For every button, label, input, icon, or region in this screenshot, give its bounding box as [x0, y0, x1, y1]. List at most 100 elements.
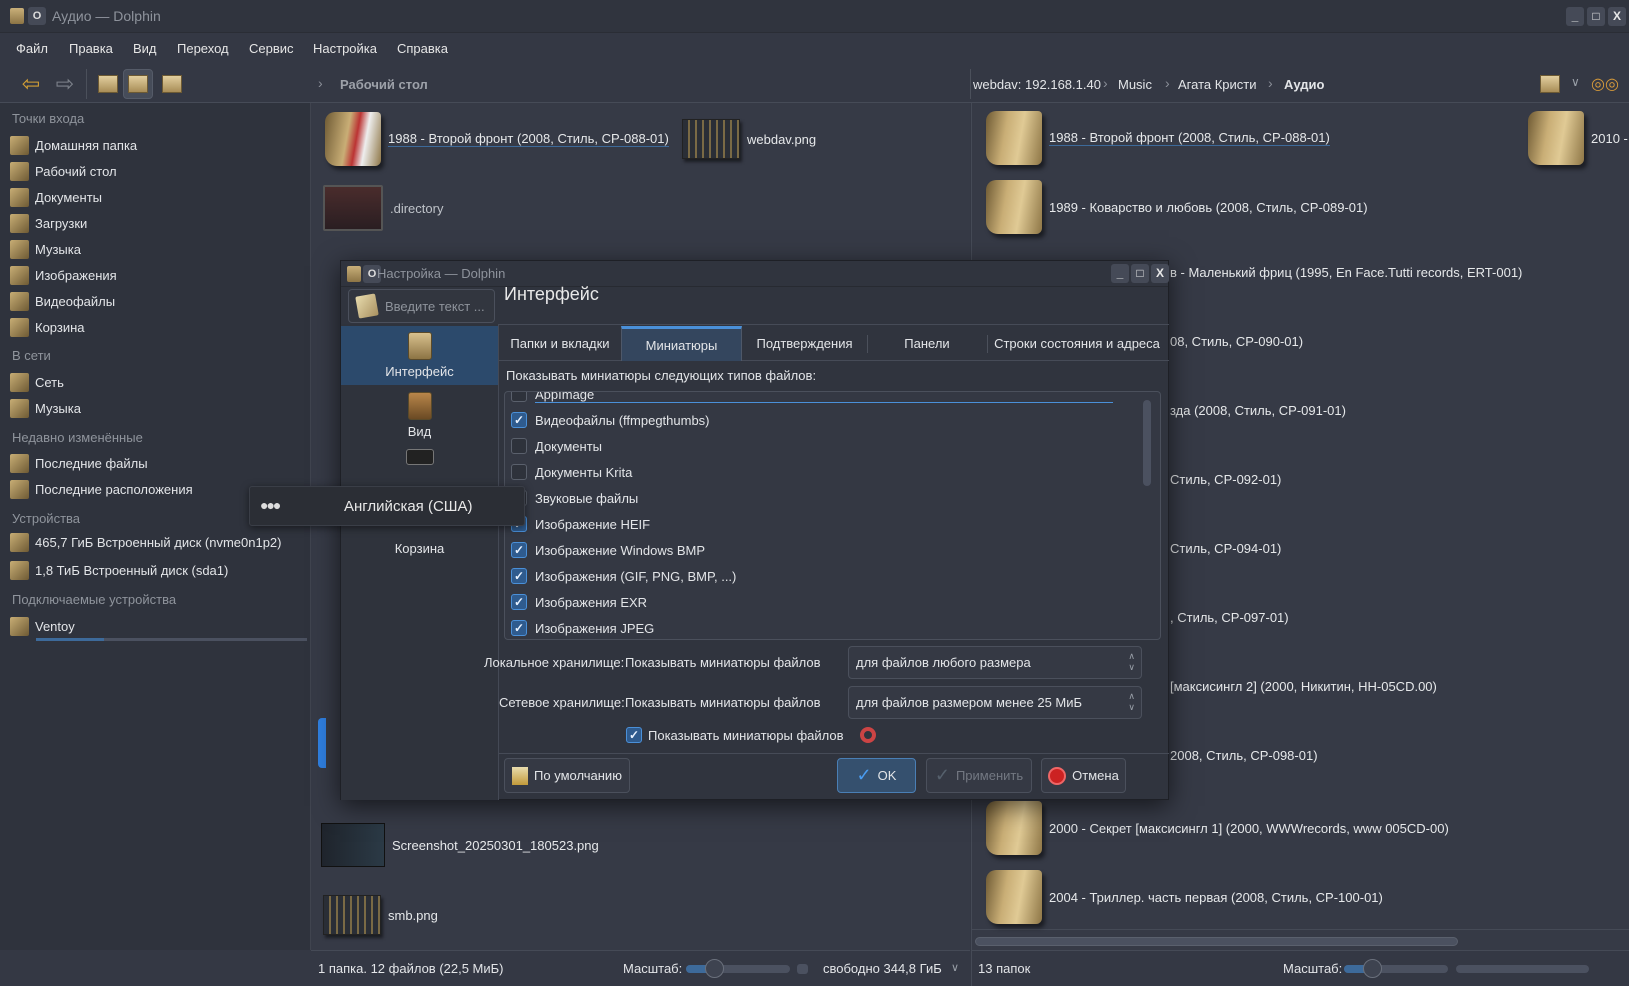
tab-status-location-bars[interactable]: Строки состояния и адреса	[987, 326, 1167, 361]
file-type-row[interactable]: Документы	[505, 433, 1113, 459]
close-button[interactable]: X	[1151, 264, 1169, 283]
sidebar-item[interactable]: Последние расположения	[10, 477, 193, 501]
tab-thumbnails[interactable]: Миниатюры	[621, 326, 742, 361]
icons-view-button[interactable]	[93, 69, 123, 99]
chevron-down-icon[interactable]: ∨	[1571, 75, 1580, 89]
folder-item[interactable]: [максисингл 2] (2000, Никитин, HH-05CD.0…	[1170, 679, 1437, 694]
network-size-select[interactable]: для файлов размером менее 25 МиБ ∧ ∨	[848, 686, 1142, 719]
sidebar-item[interactable]: Загрузки	[10, 211, 87, 235]
file-item[interactable]: 1988 - Второй фронт (2008, Стиль, CP-088…	[325, 112, 669, 166]
breadcrumb-music[interactable]: Music	[1118, 77, 1152, 92]
maximize-button[interactable]: □	[1131, 264, 1149, 283]
forward-button[interactable]: ⇨	[50, 69, 80, 99]
sidebar-item[interactable]: 465,7 ГиБ Встроенный диск (nvme0n1p2)	[10, 530, 282, 554]
defaults-button[interactable]: По умолчанию	[504, 758, 630, 793]
file-item[interactable]: webdav.png	[682, 119, 816, 159]
sidebar-item[interactable]: Последние файлы	[10, 451, 148, 475]
breadcrumb-right-current[interactable]: Аудио	[1284, 77, 1324, 92]
checkbox[interactable]	[511, 392, 527, 402]
menu-edit[interactable]: Правка	[69, 41, 113, 56]
tab-panels[interactable]: Панели	[867, 326, 987, 361]
menu-view[interactable]: Вид	[133, 41, 157, 56]
minimize-button[interactable]: _	[1566, 7, 1584, 26]
menu-settings[interactable]: Настройка	[313, 41, 377, 56]
sidebar-item[interactable]: 1,8 ТиБ Встроенный диск (sda1)	[10, 558, 228, 582]
sidebar-item[interactable]: Музыка	[10, 237, 81, 261]
ok-button[interactable]: ✓ OK	[837, 758, 916, 793]
sidebar-item[interactable]: Рабочий стол	[10, 159, 117, 183]
sidebar-item[interactable]: Сеть	[10, 370, 64, 394]
folder-item[interactable]: 1989 - Коварство и любовь (2008, Стиль, …	[986, 180, 1368, 234]
free-space-text[interactable]: свободно 344,8 ГиБ	[823, 961, 942, 976]
menu-go[interactable]: Переход	[177, 41, 229, 56]
back-button[interactable]: ⇦	[16, 69, 46, 99]
category-view[interactable]: Вид	[341, 390, 498, 446]
sidebar-item[interactable]: Ventoy	[10, 614, 75, 638]
file-type-row[interactable]: ✓ Изображение Windows BMP	[505, 537, 1113, 563]
file-type-row[interactable]: AppImage	[505, 392, 1113, 407]
tab-confirmations[interactable]: Подтверждения	[742, 326, 867, 361]
checkbox[interactable]: ✓	[511, 594, 527, 610]
tab-folders-tabs[interactable]: Папки и вкладки	[499, 326, 621, 361]
menu-tools[interactable]: Сервис	[249, 41, 294, 56]
cancel-button[interactable]: Отмена	[1041, 758, 1126, 793]
zoom-slider[interactable]	[1344, 959, 1448, 978]
sidebar-item[interactable]: Документы	[10, 185, 102, 209]
breadcrumb-artist[interactable]: Агата Кристи	[1178, 77, 1257, 92]
folder-item[interactable]: в - Маленький фриц (1995, En Face.Tutti …	[1170, 265, 1522, 280]
checkbox[interactable]: ✓	[511, 620, 527, 636]
folder-item[interactable]: 1988 - Второй фронт (2008, Стиль, CP-088…	[986, 111, 1330, 165]
minimize-button[interactable]: _	[1111, 264, 1129, 283]
sidebar-item[interactable]: Домашняя папка	[10, 133, 137, 157]
folder-item[interactable]: 2010 -	[1528, 111, 1628, 165]
vertical-scrollbar[interactable]	[1143, 400, 1151, 486]
compact-view-button[interactable]	[123, 69, 153, 99]
checkbox[interactable]: ✓	[511, 412, 527, 428]
local-size-select[interactable]: для файлов любого размера ∧ ∨	[848, 646, 1142, 679]
folder-item[interactable]: Стиль, CP-092-01)	[1170, 472, 1281, 487]
checkbox[interactable]: ✓	[626, 727, 642, 743]
file-type-row[interactable]: Звуковые файлы	[505, 485, 1113, 511]
file-type-row[interactable]: Документы Krita	[505, 459, 1113, 485]
sidebar-item[interactable]: Музыка	[10, 396, 81, 420]
folder-item[interactable]: 2004 - Триллер. часть первая (2008, Стил…	[986, 870, 1383, 924]
menu-file[interactable]: Файл	[16, 41, 48, 56]
menu-help[interactable]: Справка	[397, 41, 448, 56]
apply-button[interactable]: ✓ Применить	[926, 758, 1032, 793]
folder-item[interactable]: 2000 - Секрет [максисингл 1] (2000, WWWr…	[986, 801, 1449, 855]
breadcrumb-left-current[interactable]: Рабочий стол	[340, 77, 428, 92]
file-type-row[interactable]: ✓Изображение HEIF	[505, 511, 1113, 537]
sidebar-item[interactable]: Корзина	[10, 315, 85, 339]
sidebar-item[interactable]: Видеофайлы	[10, 289, 115, 313]
chevron-down-icon[interactable]: ∨	[951, 961, 959, 974]
slider-handle[interactable]	[705, 959, 725, 978]
settings-search-input[interactable]: Введите текст ...	[348, 289, 495, 323]
sidebar-item[interactable]: Изображения	[10, 263, 117, 287]
file-item[interactable]: smb.png	[323, 895, 438, 935]
file-type-row[interactable]: ✓ Изображения EXR	[505, 589, 1113, 615]
folder-item[interactable]: 08, Стиль, CP-090-01)	[1170, 334, 1303, 349]
category-interface[interactable]: Интерфейс	[341, 326, 498, 385]
folder-item[interactable]: зда (2008, Стиль, CP-091-01)	[1170, 403, 1346, 418]
checkbox[interactable]	[511, 438, 527, 454]
checkbox[interactable]	[511, 464, 527, 480]
file-type-row[interactable]: ✓ Видеофайлы (ffmpegthumbs)	[505, 407, 1113, 433]
file-item[interactable]: Screenshot_20250301_180523.png	[321, 823, 599, 867]
search-button[interactable]: ◎◎	[1590, 69, 1620, 99]
show-thumbnails-checkbox[interactable]: ✓ Показывать миниатюры файлов	[626, 727, 876, 743]
pin-icon[interactable]: O	[28, 7, 46, 25]
details-view-button[interactable]	[157, 69, 187, 99]
file-item[interactable]: .directory	[323, 185, 443, 231]
checkbox[interactable]: ✓	[511, 542, 527, 558]
folder-item[interactable]: , Стиль, CP-097-01)	[1170, 610, 1289, 625]
folder-item[interactable]: 2008, Стиль, CP-098-01)	[1170, 748, 1318, 763]
slider-handle[interactable]	[1363, 959, 1383, 978]
breadcrumb-webdav[interactable]: webdav: 192.168.1.40	[973, 77, 1101, 92]
folder-item[interactable]: Стиль, CP-094-01)	[1170, 541, 1281, 556]
checkbox[interactable]: ✓	[511, 568, 527, 584]
split-view-button[interactable]	[1535, 69, 1565, 99]
zoom-slider[interactable]	[686, 959, 790, 978]
horizontal-scrollbar[interactable]	[975, 937, 1458, 946]
close-button[interactable]: X	[1608, 7, 1626, 26]
file-type-row[interactable]: ✓ Изображения (GIF, PNG, BMP, ...)	[505, 563, 1113, 589]
